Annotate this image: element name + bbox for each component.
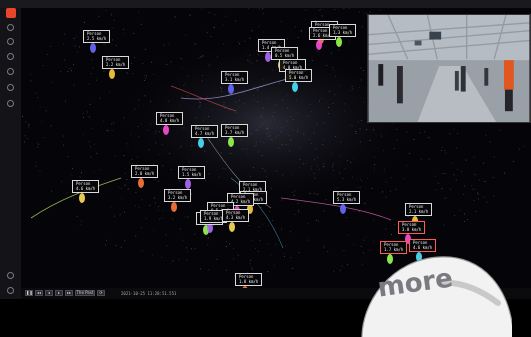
playback-timestamp: 2021-10-25 11:28:51.551 xyxy=(121,291,177,296)
track-label[interactable]: Person 2.2 km/h xyxy=(102,56,130,70)
track-label[interactable]: Person 2.0 km/h xyxy=(131,165,159,179)
track-speed: 4.3 km/h xyxy=(226,214,246,220)
track-speed: 2.1 km/h xyxy=(409,208,429,214)
track-label[interactable]: Person 4.3 km/h xyxy=(222,209,250,223)
track-speed: 1.9 km/h xyxy=(204,215,224,221)
person-point-cluster xyxy=(185,179,191,189)
layers-icon[interactable] xyxy=(7,53,14,60)
track-speed: 4.7 km/h xyxy=(195,130,215,136)
step-back-button[interactable]: ◂ xyxy=(45,290,53,296)
sync-button[interactable]: ⟳ xyxy=(97,290,105,296)
person-point-cluster xyxy=(171,202,177,212)
skip-back-button[interactable]: ◂◂ xyxy=(35,290,43,296)
track-label[interactable]: Person1.8 km/h xyxy=(235,273,263,287)
track-speed: 4.0 km/h xyxy=(160,117,180,123)
info-icon[interactable] xyxy=(7,272,14,279)
track-speed: 3.2 km/h xyxy=(168,194,188,200)
wifi-icon[interactable] xyxy=(7,68,14,75)
track-speed: 5.0 km/h xyxy=(289,74,309,80)
track-speed: 2.5 km/h xyxy=(87,35,107,41)
track-speed: 4.6 km/h xyxy=(76,185,96,191)
track-label[interactable]: Person 1.3 km/h xyxy=(329,24,357,38)
track-label[interactable]: Person 3.2 km/h xyxy=(164,189,192,203)
sidebar xyxy=(0,8,22,299)
track-speed: 1.3 km/h xyxy=(333,29,353,35)
track-speed: 3.0 km/h xyxy=(402,226,422,232)
skip-forward-button[interactable]: ▸▸ xyxy=(65,290,73,296)
person-point-cluster xyxy=(198,138,204,148)
person-point-cluster xyxy=(316,40,322,50)
person-point-cluster xyxy=(340,204,346,214)
track-speed: 3.1 km/h xyxy=(225,76,245,82)
track-label[interactable]: Person 5.3 km/h xyxy=(333,191,361,205)
person-point-cluster xyxy=(228,84,234,94)
person-point-cluster xyxy=(79,193,85,203)
settings-icon[interactable] xyxy=(7,287,14,294)
person-point-cluster xyxy=(90,43,96,53)
track-label[interactable]: Person 4.0 km/h xyxy=(156,112,184,126)
track-label[interactable]: Person 3.0 km/h xyxy=(398,221,426,235)
track-speed: 3.7 km/h xyxy=(225,129,245,135)
track-label[interactable]: Person3.7 km/h xyxy=(221,124,249,138)
menu-icon[interactable] xyxy=(7,100,14,107)
nodes-icon[interactable] xyxy=(7,38,14,45)
track-speed: 1.8 km/h xyxy=(239,278,259,284)
more-badge[interactable]: more xyxy=(352,247,512,337)
gear-icon[interactable] xyxy=(7,24,14,31)
track-speed: 1.5 km/h xyxy=(182,171,202,177)
person-point-cluster xyxy=(109,69,115,79)
person-point-cluster xyxy=(138,178,144,188)
track-speed: 2.0 km/h xyxy=(135,170,155,176)
track-label[interactable]: Person 2.5 km/h xyxy=(83,30,111,44)
track-speed: 0.5 km/h xyxy=(275,52,295,58)
app-window: Person 2.5 km/h Person 2.2 km/h Person 4.0 km… xyxy=(0,0,531,337)
track-label[interactable]: Person 5.0 km/h xyxy=(285,69,313,83)
person-point-cluster xyxy=(228,137,234,147)
person-point-cluster xyxy=(336,37,342,47)
track-speed: 5.3 km/h xyxy=(337,196,357,202)
track-label[interactable]: Person 3.1 km/h xyxy=(221,71,249,85)
title-bar xyxy=(0,0,531,8)
record-icon[interactable] xyxy=(7,84,14,91)
track-speed: 2.2 km/h xyxy=(106,61,126,67)
track-label[interactable]: Person 2.1 km/h xyxy=(405,203,433,217)
app-logo[interactable] xyxy=(6,8,16,18)
track-label[interactable]: Person 4.7 km/h xyxy=(191,125,219,139)
person-point-cluster xyxy=(163,125,169,135)
step-forward-button[interactable]: ▸ xyxy=(55,290,63,296)
track-label[interactable]: Person 4.6 km/h xyxy=(72,180,100,194)
camera-feed[interactable] xyxy=(367,14,531,123)
person-point-cluster xyxy=(292,82,298,92)
track-label[interactable]: Person 1.5 km/h xyxy=(178,166,206,180)
pause-button[interactable]: ❚❚ xyxy=(25,290,33,296)
person-point-cluster xyxy=(229,222,235,232)
playback-speed-select[interactable]: The Past xyxy=(75,290,95,296)
